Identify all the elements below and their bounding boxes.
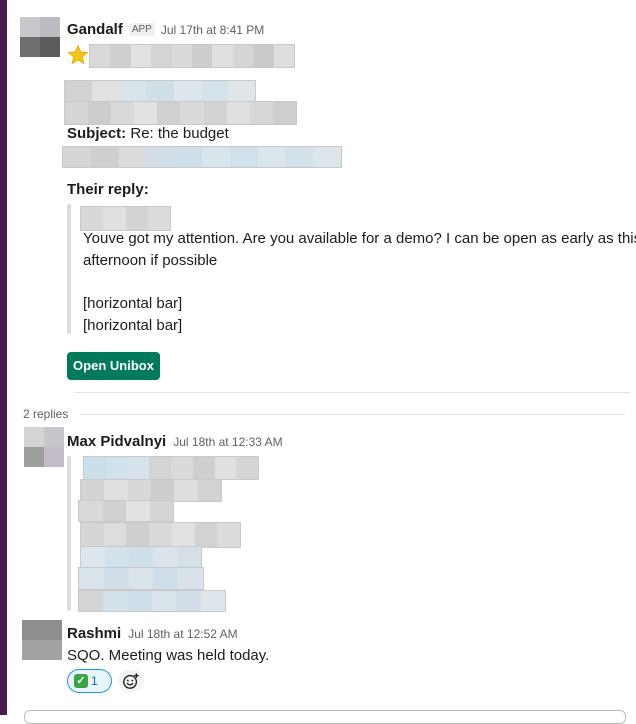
message-text: SQO. Meeting was held today. — [67, 647, 270, 664]
subject-label: Subject: — [67, 125, 127, 142]
redacted-text — [89, 44, 295, 68]
subject-value: Re: the budget — [130, 125, 229, 142]
reply-text-line: afternoon if possible — [83, 252, 218, 269]
author-name[interactable]: Gandalf — [67, 21, 123, 38]
redacted-text — [78, 500, 174, 522]
workspace-sidebar-edge — [0, 0, 7, 715]
redacted-text — [62, 146, 342, 168]
timestamp[interactable]: Jul 17th at 8:41 PM — [161, 23, 264, 37]
message-header: Gandalf APP Jul 17th at 8:41 PM — [67, 21, 264, 38]
white-check-mark-icon: ✓ — [74, 674, 88, 688]
avatar[interactable] — [24, 427, 64, 467]
quote-bar — [67, 456, 71, 611]
message-header: Rashmi Jul 18th at 12:52 AM — [67, 625, 238, 642]
avatar[interactable] — [22, 620, 62, 660]
reply-text-line: Youve got my attention. Are you availabl… — [83, 230, 636, 247]
reply-composer[interactable] — [24, 710, 626, 724]
their-reply-label: Their reply: — [67, 181, 149, 198]
avatar[interactable] — [20, 17, 60, 57]
author-name[interactable]: Max Pidvalnyi — [67, 433, 166, 450]
redacted-text — [80, 206, 171, 231]
redacted-text — [78, 567, 204, 590]
reaction-count: 1 — [91, 674, 98, 688]
quote-bar — [67, 204, 71, 334]
redacted-text — [80, 479, 222, 502]
app-badge: APP — [128, 23, 155, 36]
author-name[interactable]: Rashmi — [67, 625, 121, 642]
star-icon — [67, 44, 89, 65]
open-unibox-button[interactable]: Open Unibox — [67, 352, 160, 380]
redacted-text — [80, 546, 202, 569]
add-reaction-button[interactable] — [118, 670, 144, 692]
redacted-text — [78, 590, 226, 612]
redacted-text — [64, 101, 297, 125]
message-header: Max Pidvalnyi Jul 18th at 12:33 AM — [67, 433, 283, 450]
timestamp[interactable]: Jul 18th at 12:52 AM — [128, 627, 237, 641]
divider — [75, 392, 630, 393]
add-reaction-icon — [123, 673, 139, 689]
redacted-text — [80, 522, 241, 548]
subject-line: Subject: Re: the budget — [67, 125, 229, 142]
reaction-pill[interactable]: ✓ 1 — [67, 669, 112, 693]
timestamp[interactable]: Jul 18th at 12:33 AM — [173, 435, 282, 449]
divider — [80, 414, 625, 415]
reply-text-line: [horizontal bar] — [83, 317, 183, 334]
replies-count[interactable]: 2 replies — [23, 407, 68, 421]
redacted-text — [83, 456, 259, 480]
reply-text-line: [horizontal bar] — [83, 295, 183, 312]
